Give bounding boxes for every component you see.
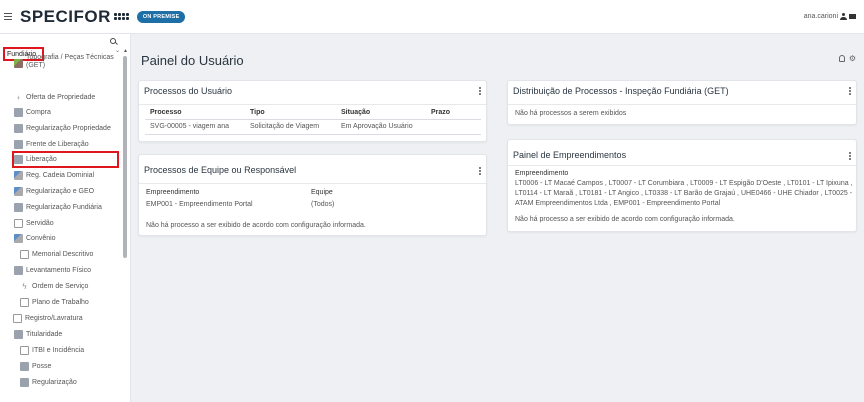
column-header: Processo: [150, 109, 182, 116]
field-label: Empreendimento: [146, 189, 200, 196]
field-value: (Todos): [311, 201, 335, 208]
active-item-highlight: [12, 151, 119, 168]
card-empreendimentos: Painel de Empreendimentos Empreendimento…: [507, 139, 857, 232]
card-processos-equipe: Processos de Equipe ou Responsável Empre…: [138, 154, 487, 236]
divider: [139, 104, 486, 105]
grid-icon: [14, 219, 23, 228]
column-header: Tipo: [250, 109, 265, 116]
card-distribuicao: Distribuição de Processos - Inspeção Fun…: [507, 80, 857, 125]
sidebar-item-reg-cadeia[interactable]: Reg. Cadeia Dominial: [14, 171, 94, 180]
topography-icon: [14, 59, 23, 68]
user-menu[interactable]: ana.carioni: [804, 13, 856, 20]
truck-icon: [14, 140, 23, 149]
sidebar-item-memorial[interactable]: Memorial Descritivo: [20, 250, 93, 259]
buildings-icon: [14, 266, 23, 275]
field-value: LT0006 - LT Macaé Campos , LT0007 - LT C…: [515, 180, 853, 207]
bell-icon[interactable]: [838, 55, 845, 62]
table-cell: Solicitação de Viagem: [250, 123, 320, 130]
document-icon: [14, 234, 23, 243]
sidebar-item-itbi[interactable]: ITBI e Incidência: [20, 346, 84, 355]
sidebar-item-convenio[interactable]: Convênio: [14, 234, 56, 243]
divider: [508, 104, 856, 105]
buildings-icon: [14, 203, 23, 212]
column-header: Prazo: [431, 109, 451, 116]
page-icon: [20, 298, 29, 307]
house-icon: [20, 362, 29, 371]
more-vert-icon[interactable]: [479, 167, 481, 175]
user-icon: [840, 13, 847, 20]
buildings-icon: [14, 330, 23, 339]
user-name: ana.carioni: [803, 13, 838, 20]
house-icon: [14, 108, 23, 117]
page-icon: [20, 250, 29, 259]
menu-icon[interactable]: [4, 13, 12, 20]
search-icon[interactable]: [110, 38, 116, 44]
empty-message: Não há processo a ser exibido de acordo …: [146, 222, 366, 229]
sidebar-item-ordem-servico[interactable]: ϟ Ordem de Serviço: [20, 282, 88, 291]
field-value: EMP001 - Empreendimento Portal: [146, 201, 253, 208]
page-title: Painel do Usuário: [141, 53, 244, 68]
document-icon: [14, 187, 23, 196]
empty-message: Não há processo a ser exibido de acordo …: [515, 216, 735, 223]
pin-icon: ⍖: [16, 93, 21, 102]
sidebar-item-registro[interactable]: Registro/Lavratura: [13, 314, 83, 323]
table-cell: Em Aprovação Usuário: [341, 123, 413, 130]
table-header-line: [145, 119, 481, 120]
environment-badge: ON PREMISE: [136, 10, 186, 23]
card-title: Processos de Equipe ou Responsável: [144, 165, 297, 175]
divider: [139, 183, 486, 184]
buildings-icon: [20, 378, 29, 387]
page-tools: ⚙: [838, 55, 856, 63]
sidebar-item-topografia[interactable]: Topografia / Peças Técnicas (GET): [14, 54, 126, 70]
logo-dots-icon: [113, 13, 130, 20]
book-icon: [13, 314, 22, 323]
sidebar-item-servidao[interactable]: Servidão: [14, 219, 54, 228]
chevron-down-icon[interactable]: ⌄: [115, 47, 120, 54]
more-vert-icon[interactable]: [849, 87, 851, 95]
sidebar-item-titularidade[interactable]: Titularidade: [14, 330, 62, 339]
sidebar-item-frente-liberacao[interactable]: Frente de Liberação: [14, 140, 89, 149]
sidebar-scrollbar[interactable]: ▲: [123, 48, 128, 400]
sidebar-item-posse[interactable]: Posse: [20, 362, 51, 371]
top-bar: SPECIFOR ON PREMISE ana.carioni: [0, 0, 864, 34]
more-vert-icon[interactable]: [479, 87, 481, 95]
page-icon: [20, 346, 29, 355]
sidebar: ⌄ ▲ Fundiário Topografia / Peças Técnica…: [0, 34, 131, 402]
field-label: Equipe: [311, 189, 333, 196]
card-title: Painel de Empreendimentos: [513, 150, 627, 160]
sidebar-item-levantamento[interactable]: Levantamento Físico: [14, 266, 91, 275]
house-icon: [14, 124, 23, 133]
sidebar-item-plano-trabalho[interactable]: Plano de Trabalho: [20, 298, 89, 307]
empty-message: Não há processos a serem exibidos: [515, 110, 627, 117]
settings-icon[interactable]: ⚙: [849, 55, 856, 63]
document-icon: [14, 171, 23, 180]
card-title: Processos do Usuário: [144, 86, 233, 96]
sidebar-item-oferta[interactable]: ⍖ Oferta de Propriedade: [14, 93, 95, 102]
sidebar-item-compra[interactable]: Compra: [14, 108, 51, 117]
sidebar-item-regularizacao-propriedade[interactable]: Regularização Propriedade: [14, 124, 111, 133]
table-cell[interactable]: SVG-00005 - viagem ana: [150, 123, 229, 130]
more-vert-icon[interactable]: [849, 152, 851, 160]
field-label: Empreendimento: [515, 170, 569, 177]
sidebar-item-regularizacao[interactable]: Regularização: [20, 378, 77, 387]
card-title: Distribuição de Processos - Inspeção Fun…: [513, 86, 729, 96]
divider: [508, 165, 856, 166]
scrollbar-thumb[interactable]: [123, 56, 127, 258]
sidebar-item-regularizacao-geo[interactable]: Regularização e GEO: [14, 187, 94, 196]
sidebar-item-regularizacao-fundiaria[interactable]: Regularização Fundiária: [14, 203, 102, 212]
column-header: Situação: [341, 109, 371, 116]
logo: SPECIFOR: [20, 6, 111, 26]
card-processos-usuario: Processos do Usuário Processo Tipo Situa…: [138, 80, 487, 142]
mail-icon[interactable]: [849, 14, 856, 19]
bolt-icon: ϟ: [22, 282, 27, 291]
table-row-line: [145, 134, 481, 135]
